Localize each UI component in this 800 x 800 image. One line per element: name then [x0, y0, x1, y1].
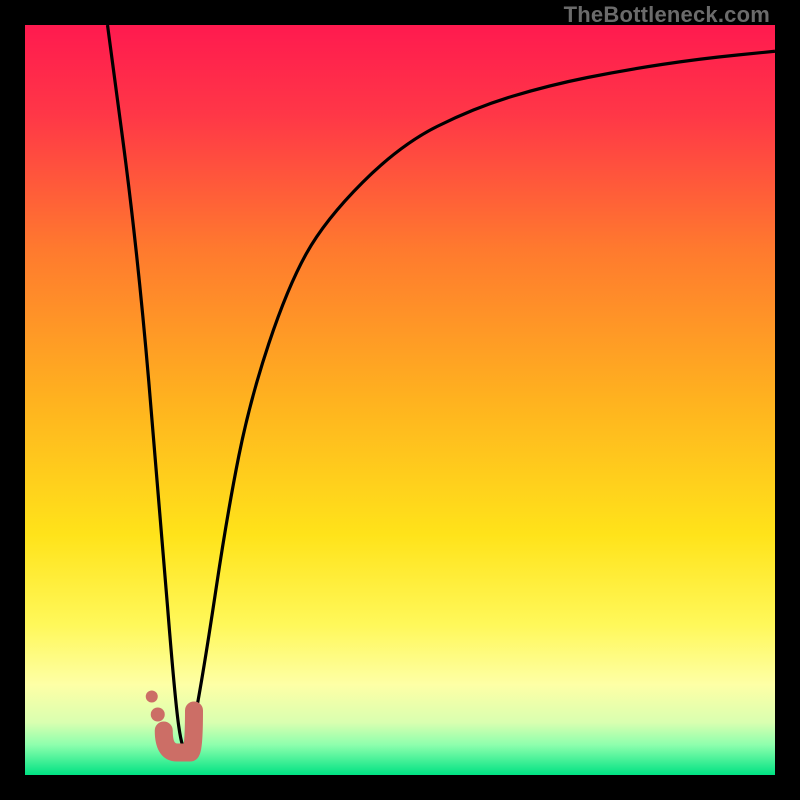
chart-frame: TheBottleneck.com — [0, 0, 800, 800]
optimal-marker — [25, 25, 775, 775]
plot-area — [25, 25, 775, 775]
